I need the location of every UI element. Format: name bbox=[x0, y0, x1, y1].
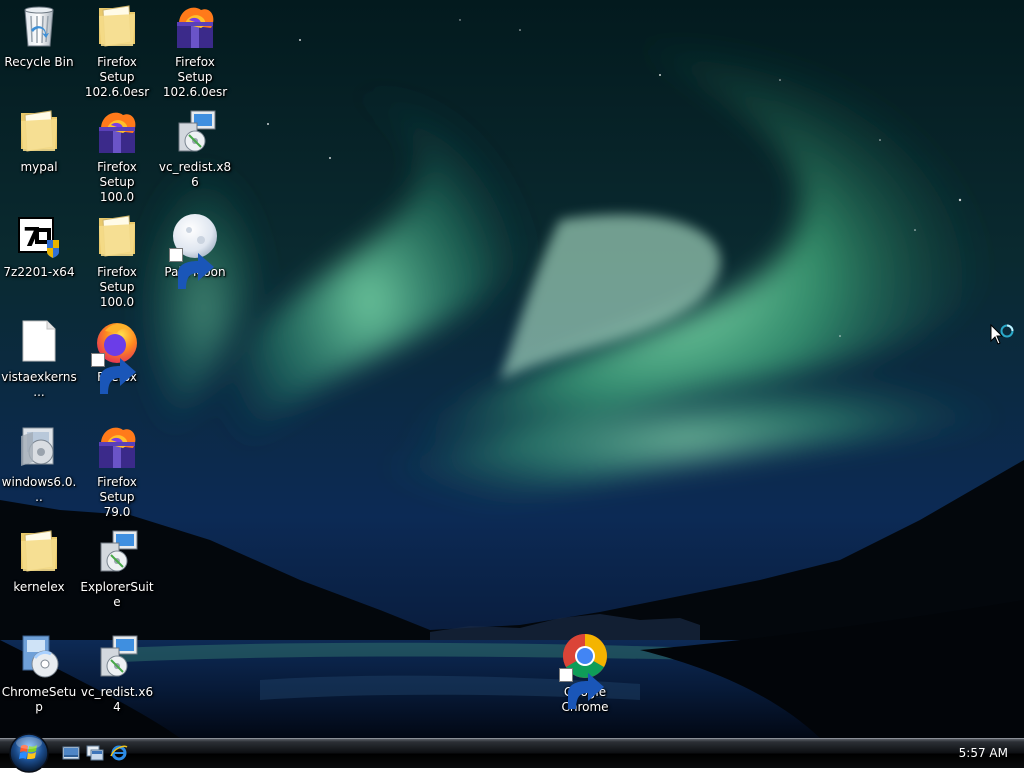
firefox-installer-icon bbox=[93, 422, 141, 470]
desktop-icon-label: Firefox Setup 102.6.0esr bbox=[84, 55, 150, 99]
busy-cursor-icon bbox=[990, 324, 1014, 345]
folder-icon bbox=[15, 527, 63, 575]
folder-icon bbox=[15, 107, 63, 155]
desktop-icon-chromesetup[interactable]: ChromeSetup bbox=[0, 630, 78, 732]
desktop-icon-folder-firefox-setup-102[interactable]: Firefox Setup 102.6.0esr bbox=[78, 0, 156, 102]
desktop-icon-label: mypal bbox=[20, 160, 58, 174]
desktop[interactable]: Recycle Bin mypal 7 7z2201-x64 vistaexke… bbox=[0, 0, 1024, 738]
desktop-icon-label: Firefox Setup 100.0 bbox=[97, 160, 137, 204]
desktop-icon-vistaexkernel[interactable]: vistaexkerns... bbox=[0, 315, 78, 417]
installer-icon bbox=[93, 632, 141, 680]
firefox-icon bbox=[91, 317, 141, 394]
blank-file-icon bbox=[15, 317, 63, 365]
quick-launch bbox=[62, 744, 128, 764]
desktop-icon-label: kernelex bbox=[13, 580, 65, 594]
desktop-icon-firefox-setup-102-installer[interactable]: Firefox Setup 102.6.0esr bbox=[156, 0, 234, 102]
desktop-icon-pale-moon[interactable]: Pale Moon bbox=[156, 210, 234, 312]
switch-windows-icon[interactable] bbox=[86, 744, 104, 762]
desktop-icon-explorersuite[interactable]: ExplorerSuite bbox=[78, 525, 156, 627]
internet-explorer-icon[interactable] bbox=[110, 744, 128, 762]
installer-icon bbox=[171, 107, 219, 155]
installer-icon bbox=[93, 527, 141, 575]
desktop-icon-label: vistaexkerns... bbox=[1, 370, 77, 399]
desktop-icon-label: Recycle Bin bbox=[4, 55, 74, 69]
desktop-icon-label: windows6.0... bbox=[1, 475, 77, 504]
shortcut-arrow-icon bbox=[559, 668, 604, 709]
desktop-icon-firefox[interactable]: Firefox bbox=[78, 315, 156, 417]
desktop-icon-kernelex[interactable]: kernelex bbox=[0, 525, 78, 627]
desktop-icon-label: Firefox Setup 79.0 bbox=[97, 475, 137, 519]
firefox-installer-icon bbox=[171, 2, 219, 50]
folder-icon bbox=[93, 212, 141, 260]
taskbar: 5:57 AM bbox=[0, 733, 1024, 773]
desktop-icon-label: ExplorerSuite bbox=[80, 580, 154, 609]
show-desktop-icon[interactable] bbox=[62, 744, 80, 762]
desktop-icon-label: vc_redist.x86 bbox=[158, 160, 232, 189]
taskbar-clock[interactable]: 5:57 AM bbox=[959, 745, 1008, 761]
desktop-icon-windows6-update[interactable]: windows6.0... bbox=[0, 420, 78, 522]
setup-cd-icon bbox=[15, 632, 63, 680]
desktop-icon-vc-redist-x86[interactable]: vc_redist.x86 bbox=[156, 105, 234, 207]
firefox-installer-icon bbox=[93, 107, 141, 155]
desktop-icon-7z2201-x64[interactable]: 7 7z2201-x64 bbox=[0, 210, 78, 312]
desktop-icon-label: Firefox Setup 100.0 bbox=[97, 265, 137, 309]
shortcut-arrow-icon bbox=[169, 248, 214, 289]
desktop-icon-firefox-setup-79-installer[interactable]: Firefox Setup 79.0 bbox=[78, 420, 156, 522]
desktop-icon-firefox-setup-100-installer[interactable]: Firefox Setup 100.0 bbox=[78, 105, 156, 207]
recycle-bin-icon bbox=[15, 2, 63, 50]
desktop-icon-recycle-bin[interactable]: Recycle Bin bbox=[0, 0, 78, 102]
desktop-icon-label: ChromeSetup bbox=[1, 685, 77, 714]
desktop-icon-label: 7z2201-x64 bbox=[3, 265, 75, 279]
windows-update-icon bbox=[15, 422, 63, 470]
desktop-icon-label: Firefox Setup 102.6.0esr bbox=[162, 55, 228, 99]
desktop-icon-label: vc_redist.x64 bbox=[80, 685, 154, 714]
desktop-icon-mypal[interactable]: mypal bbox=[0, 105, 78, 207]
desktop-icon-vc-redist-x64[interactable]: vc_redist.x64 bbox=[78, 630, 156, 732]
shortcut-arrow-icon bbox=[91, 353, 136, 394]
desktop-icon-google-chrome[interactable]: Google Chrome bbox=[546, 630, 624, 732]
pale-moon-icon bbox=[169, 212, 219, 289]
7zip-icon: 7 bbox=[15, 212, 63, 260]
desktop-icon-folder-firefox-setup-100[interactable]: Firefox Setup 100.0 bbox=[78, 210, 156, 312]
chrome-icon bbox=[559, 632, 609, 709]
folder-icon bbox=[93, 2, 141, 50]
